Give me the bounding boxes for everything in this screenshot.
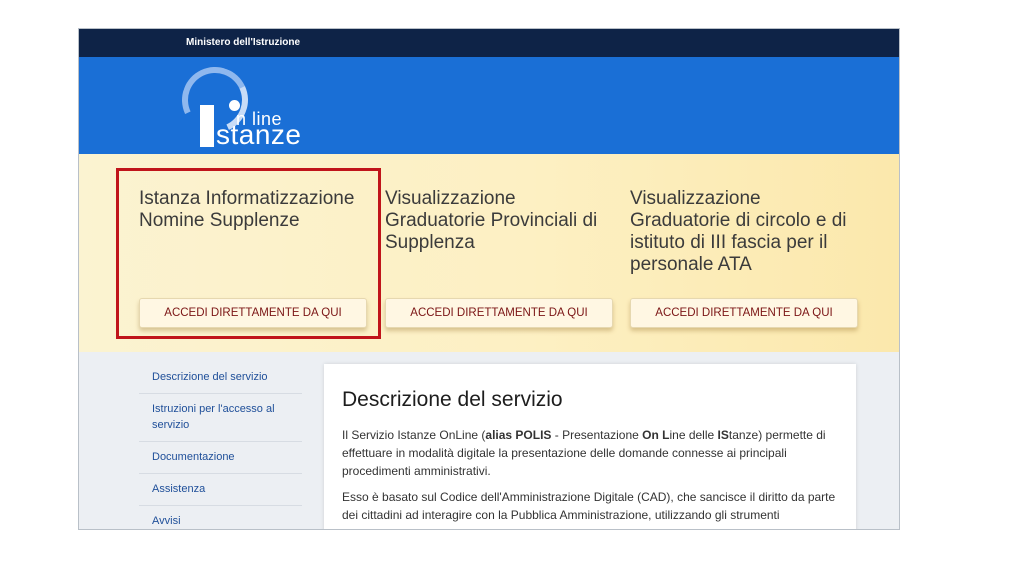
content-area: Descrizione del servizio Istruzioni per … [79,352,899,529]
hero-header: n line stanze [79,57,899,154]
access-button-gps[interactable]: ACCEDI DIRETTAMENTE DA QUI [385,298,613,328]
sidebar-item-assistenza[interactable]: Assistenza [139,474,302,506]
service-title: Istanza Informatizzazione Nomine Supplen… [139,188,355,231]
sidebar-nav: Descrizione del servizio Istruzioni per … [139,362,302,529]
service-title: Visualizzazione Graduatorie Provinciali … [385,188,598,253]
text-span: Il Servizio Istanze OnLine ( [342,428,486,442]
sidebar-item-documentazione[interactable]: Documentazione [139,442,302,474]
service-title: Visualizzazione Graduatorie di circolo e… [630,188,847,275]
service-graduatorie-ata: Visualizzazione Graduatorie di circolo e… [630,188,858,328]
page-title: Descrizione del servizio [342,388,563,411]
text-bold: alias POLIS [485,428,552,442]
description-paragraph-2: Esso è basato sul Codice dell'Amministra… [342,490,836,522]
main-content: Descrizione del servizio Il Servizio Ist… [324,364,856,529]
logo-istanze-text: stanze [216,119,302,150]
sidebar-item-descrizione[interactable]: Descrizione del servizio [139,362,302,394]
description-paragraph-1: Il Servizio Istanze OnLine (alias POLIS … [342,426,839,480]
ministry-bar: Ministero dell'Istruzione [79,29,899,57]
text-span: ine delle [669,428,718,442]
sidebar-item-avvisi[interactable]: Avvisi [139,506,302,529]
service-graduatorie-provinciali: Visualizzazione Graduatorie Provinciali … [385,188,613,328]
access-button-ata[interactable]: ACCEDI DIRETTAMENTE DA QUI [630,298,858,328]
logo-i-icon [200,105,214,147]
service-nomine-supplenze: Istanza Informatizzazione Nomine Supplen… [139,188,367,328]
text-span: - Presentazione [551,428,643,442]
services-panel: Istanza Informatizzazione Nomine Supplen… [79,154,899,352]
sidebar-item-istruzioni[interactable]: Istruzioni per l'accesso al servizio [139,394,302,442]
access-button-nomine[interactable]: ACCEDI DIRETTAMENTE DA QUI [139,298,367,328]
istanze-online-logo[interactable]: n line stanze [172,57,314,152]
text-bold: IS [717,428,729,442]
browser-page: Ministero dell'Istruzione n line stanze … [78,28,900,530]
text-bold: On L [642,428,670,442]
